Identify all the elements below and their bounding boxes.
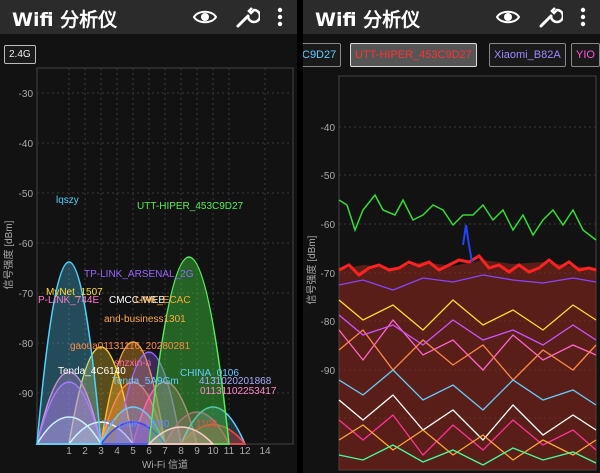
- network-label: P-LINK_744E: [38, 295, 99, 306]
- x-tick: 12: [239, 446, 251, 457]
- x-tick: 8: [178, 446, 184, 457]
- x-tick: 11: [224, 446, 235, 457]
- time-graph-panel: Wifi 分析仪 C9D27 UTT-HIPER_453C9D27 Xiaomi…: [303, 0, 600, 473]
- network-label: TP-LINK_0E80: [102, 419, 170, 430]
- network-label: TP-LINK_ARSENAL_2G: [84, 269, 194, 280]
- y-tick: -80: [19, 339, 34, 350]
- x-tick: 7: [162, 446, 168, 457]
- network-label: UTT-HIPER_453C9D27: [137, 201, 244, 212]
- x-tick: 1: [66, 446, 72, 457]
- x-axis-label: Wi-Fi 信道: [142, 458, 188, 471]
- x-tick: 2: [82, 446, 88, 457]
- network-label: 01131102253417: [200, 386, 277, 397]
- y-axis-label: 信号强度 [dBm]: [305, 235, 318, 304]
- channel-graph-panel: Wifi 分析仪 2.4G -30 -40 -50 -60 -70 -80 -9…: [0, 0, 297, 473]
- x-tick: 5: [130, 446, 136, 457]
- network-label: and-business1301: [104, 314, 186, 325]
- y-tick: -80: [321, 317, 336, 328]
- network-label: LINK_ECAC: [135, 295, 191, 306]
- y-tick: -70: [19, 289, 34, 300]
- time-graph: -40 -50 -60 -70 -80 -90 信号强度 [dBm]: [305, 75, 597, 471]
- network-label: shzxin-n: [114, 358, 151, 369]
- y-tick: -50: [19, 189, 34, 200]
- x-tick: 9: [194, 446, 200, 457]
- channel-graph: -30 -40 -50 -60 -70 -80 -90 信号强度 [dBm] 1…: [2, 67, 294, 471]
- x-tick: 14: [259, 446, 271, 457]
- x-tick: 4: [114, 446, 120, 457]
- network-label: lqszy: [56, 195, 79, 206]
- y-tick: -60: [19, 239, 34, 250]
- x-tick: 10: [207, 446, 219, 457]
- y-tick: -60: [321, 220, 336, 231]
- network-label: 1106: [196, 419, 218, 430]
- y-tick: -90: [321, 366, 336, 377]
- y-axis-label: 信号强度 [dBm]: [2, 220, 15, 289]
- y-tick: -50: [321, 171, 336, 182]
- y-tick: -40: [321, 123, 336, 134]
- y-tick: -90: [19, 389, 34, 400]
- y-tick: -70: [321, 269, 336, 280]
- x-tick: 6: [146, 446, 152, 457]
- y-tick: -40: [19, 139, 34, 150]
- network-label: gaoua01131116_20280281: [70, 341, 191, 352]
- network-label: Tenda_5A9Gm: [112, 376, 179, 387]
- y-tick: -30: [19, 89, 34, 100]
- x-tick: 3: [98, 446, 104, 457]
